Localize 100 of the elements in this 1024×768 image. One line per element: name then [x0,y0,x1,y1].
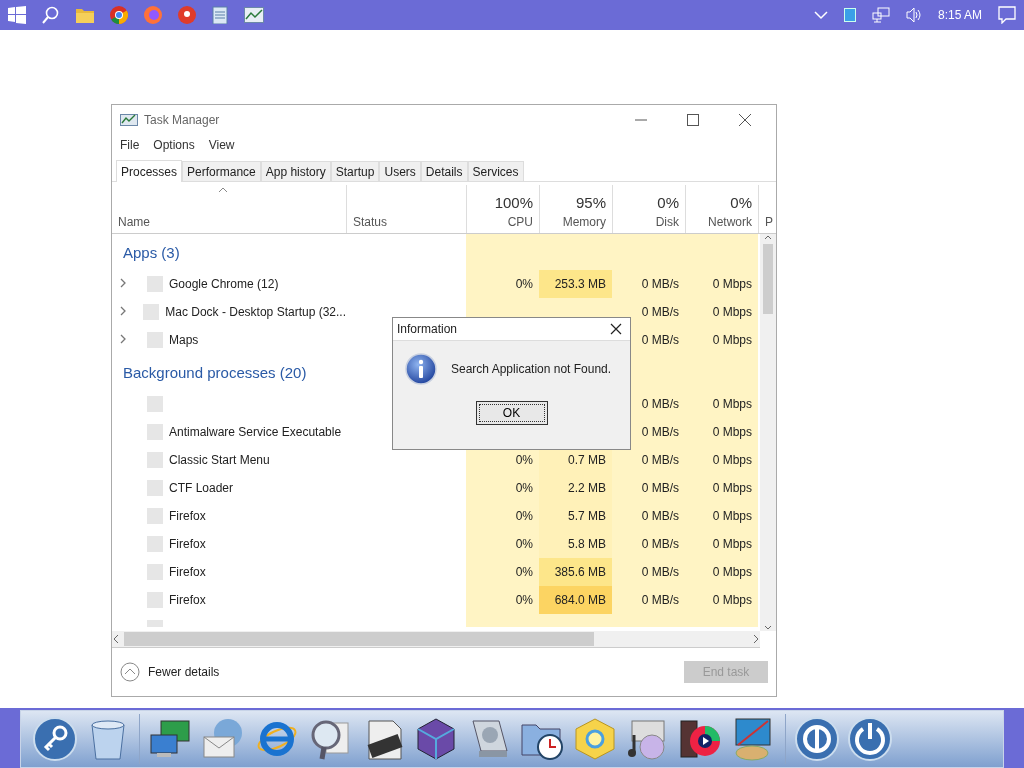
column-header[interactable]: Status [353,215,388,229]
scroll-up-icon [764,234,772,240]
scrollbar-thumb[interactable] [124,632,594,646]
scroll-down-icon [764,625,772,631]
close-icon [610,323,622,335]
expand-chevron-icon[interactable] [119,334,127,344]
table-cell: 0 MB/s [612,446,685,474]
table-cell: 0% [466,502,539,530]
table-cell: 0 MB/s [612,558,685,586]
app-icon-placeholder [147,332,163,348]
table-cell: 2.2 MB [539,474,612,502]
chart-window-icon[interactable] [244,7,264,23]
table-cell: 0 Mbps [685,418,758,446]
process-name[interactable]: CTF Loader [169,481,234,495]
power-icon[interactable] [795,717,839,761]
table-cell: 0% [466,270,539,298]
process-name[interactable]: Mac Dock - Desktop Startup (32... [165,305,346,319]
column-header[interactable]: CPU [507,215,533,229]
column-header[interactable]: Disk [655,215,679,229]
ok-button[interactable]: OK [475,401,548,425]
column-reading: 0% [730,194,752,211]
menu-item[interactable]: Options [153,138,195,152]
search-icon[interactable] [42,6,60,24]
process-name[interactable]: Firefox [169,565,206,579]
chrome-style-icon[interactable] [110,6,128,24]
maximize-icon [687,114,699,126]
monitor-chart-icon [120,112,138,128]
table-cell: 0 Mbps [685,326,758,354]
table-cell: 0 Mbps [685,390,758,418]
dialog-message: Search Application not Found. [451,362,612,376]
film-play-icon[interactable] [679,717,723,761]
process-name[interactable]: Classic Start Menu [169,453,270,467]
power-icon[interactable] [848,717,892,761]
column-reading: 100% [494,194,533,211]
network-icon[interactable] [871,7,890,23]
tab[interactable]: Users [379,161,421,181]
table-cell: 0 Mbps [685,474,758,502]
windows-logo-icon[interactable] [8,6,26,24]
tab[interactable]: App history [260,161,331,181]
collapse-circle-icon[interactable] [120,662,140,682]
horizontal-scrollbar[interactable] [112,631,760,648]
table-cell: 0 MB/s [612,474,685,502]
table-cell: 0% [466,474,539,502]
map-pin-icon[interactable] [178,6,196,24]
gear-hexagon-icon[interactable] [573,717,617,761]
table-cell: 0 Mbps [685,558,758,586]
process-name[interactable]: Antimalware Service Executable [169,425,342,439]
table-cell: 0 MB/s [612,586,685,614]
column-header[interactable]: Name [118,215,150,229]
tray-square-icon[interactable] [843,8,856,22]
sort-caret-icon[interactable] [218,187,228,193]
vertical-scrollbar[interactable] [760,234,776,631]
clock-text[interactable]: 8:15 AM [937,8,982,22]
column-header[interactable]: Network [708,215,752,229]
expand-chevron-icon[interactable] [119,306,127,316]
table-cell: 5.7 MB [539,502,612,530]
process-name[interactable]: Maps [169,333,199,347]
table-cell: 5.8 MB [539,530,612,558]
window-title: Task Manager [144,113,221,127]
scrollbar-thumb[interactable] [763,244,773,314]
scroll-left-icon [112,634,120,644]
table-cell: 0 Mbps [685,270,758,298]
process-name[interactable]: Google Chrome (12) [169,277,279,291]
notification-icon[interactable] [998,6,1016,24]
process-name[interactable]: Firefox [169,537,206,551]
table-cell: 0 Mbps [685,530,758,558]
table-cell: 0 MB/s [612,298,685,326]
table-cell: 0 Mbps [685,298,758,326]
table-cell: 0 MB/s [612,270,685,298]
dialog-title: Information [397,322,459,336]
menu-item[interactable]: View [208,138,235,152]
table-cell: 0% [466,558,539,586]
expand-chevron-icon[interactable] [119,278,127,288]
table-cell: 0 MB/s [612,530,685,558]
menu-item[interactable]: File [120,138,140,152]
tab[interactable]: Details [420,161,468,181]
cube-icon[interactable] [414,717,458,761]
column-reading: 95% [575,194,606,211]
column-reading: 0% [657,194,679,211]
key-icon[interactable] [33,717,77,761]
tab[interactable]: Startup [330,161,380,181]
folder-icon[interactable] [76,7,94,23]
info-icon [405,353,437,385]
column-header[interactable]: Memory [562,215,606,229]
app-icon-placeholder [147,276,163,292]
fewer-details-link[interactable]: Fewer details [148,665,676,679]
column-header[interactable]: P [765,215,773,229]
process-name[interactable]: Firefox [169,593,206,607]
tab[interactable]: Processes [116,160,183,182]
table-cell: 0 Mbps [685,446,758,474]
speaker-icon[interactable] [905,7,922,23]
table-cell: 0 Mbps [685,502,758,530]
table-cell: 0 Mbps [685,586,758,614]
chevron-up-icon[interactable] [813,10,828,20]
process-name[interactable]: Firefox [169,509,206,523]
notepad-icon[interactable] [212,6,228,24]
table-cell: 0 MB/s [612,502,685,530]
tab[interactable]: Performance [182,161,261,181]
tab[interactable]: Services [467,161,524,181]
table-cell: 0% [466,530,539,558]
